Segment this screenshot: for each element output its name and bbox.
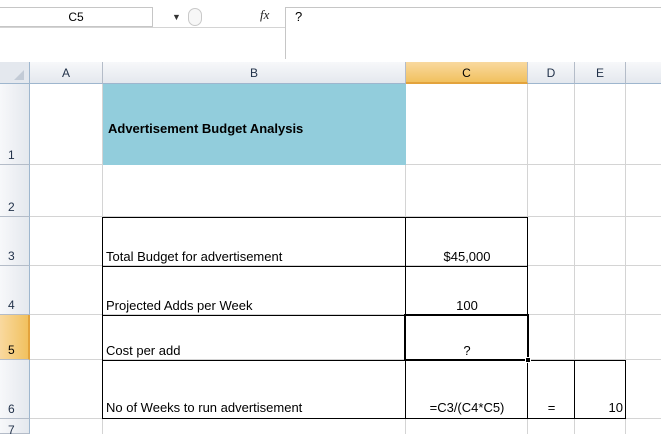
insert-function-icon[interactable]: fx: [260, 5, 280, 25]
fill-handle[interactable]: [525, 357, 531, 363]
row-header-5[interactable]: 5: [0, 315, 30, 360]
label-projected-adds[interactable]: Projected Adds per Week: [106, 297, 252, 314]
table-border: [625, 360, 626, 419]
value-total-budget[interactable]: $45,000: [406, 248, 528, 265]
label-cost-per-add[interactable]: Cost per add: [106, 342, 180, 359]
table-border: [102, 360, 626, 361]
table-border: [102, 217, 528, 218]
row-header-6[interactable]: 6: [0, 360, 30, 419]
chevron-down-icon[interactable]: ▼: [172, 12, 184, 22]
value-projected-adds[interactable]: 100: [406, 297, 528, 314]
row-header-4[interactable]: 4: [0, 266, 30, 315]
label-weeks[interactable]: No of Weeks to run advertisement: [106, 399, 302, 416]
label-total-budget[interactable]: Total Budget for advertisement: [106, 248, 282, 265]
name-box[interactable]: C5: [0, 7, 153, 27]
formula-weeks[interactable]: =C3/(C4*C5): [406, 399, 528, 416]
column-header-b[interactable]: B: [103, 62, 406, 84]
select-all-icon: [14, 70, 24, 80]
row-header-3[interactable]: 3: [0, 217, 30, 266]
formula-input[interactable]: [285, 7, 661, 59]
sheet-title: Advertisement Budget Analysis: [108, 121, 304, 136]
result-weeks[interactable]: 10: [575, 399, 623, 416]
formula-text[interactable]: ?: [295, 7, 302, 27]
column-header-d[interactable]: D: [528, 62, 575, 84]
equals-sign[interactable]: =: [528, 399, 575, 416]
column-header-c[interactable]: C: [406, 62, 528, 84]
table-border: [102, 266, 528, 267]
column-header-a[interactable]: A: [30, 62, 103, 84]
formula-bar-splitter-icon[interactable]: [188, 8, 202, 26]
row-header-2[interactable]: 2: [0, 165, 30, 217]
row-header-1[interactable]: 1: [0, 84, 30, 165]
column-header-e[interactable]: E: [575, 62, 626, 84]
active-cell-selection[interactable]: [404, 314, 529, 361]
column-header-f[interactable]: [626, 62, 661, 84]
ribbon-strip: [0, 27, 285, 59]
table-border: [102, 418, 626, 419]
table-border: [102, 217, 103, 419]
row-header-7[interactable]: 7: [0, 419, 30, 437]
